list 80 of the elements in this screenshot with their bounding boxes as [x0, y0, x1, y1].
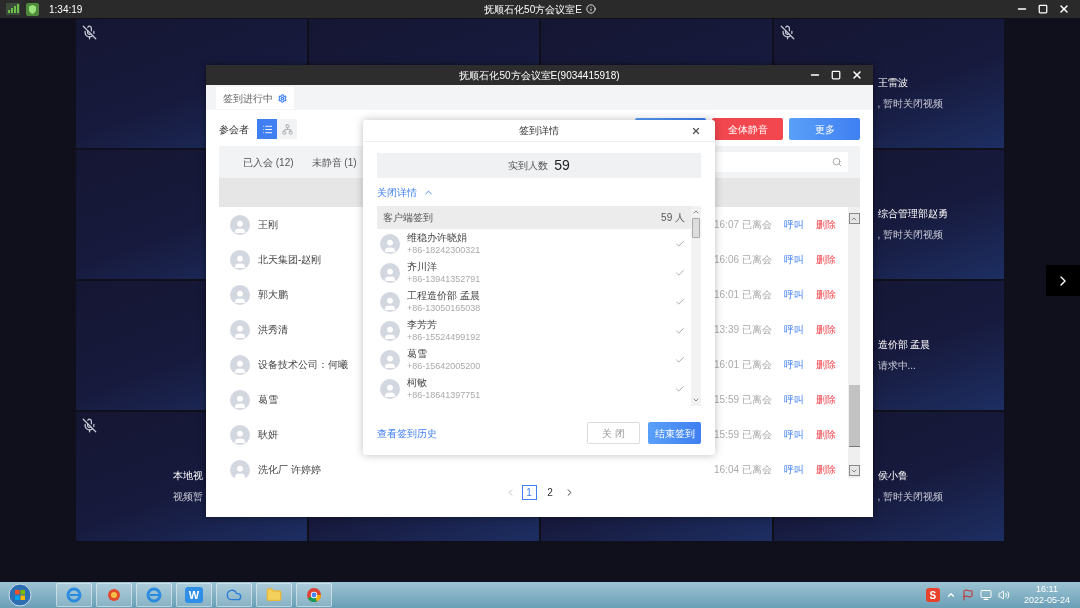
- call-link[interactable]: 呼叫: [784, 357, 816, 372]
- participant-name: 郭大鹏: [258, 288, 288, 302]
- attendee-name: 齐川洋: [407, 259, 438, 273]
- delete-link[interactable]: 删除: [816, 252, 848, 267]
- summary-count: 59: [554, 156, 570, 175]
- delete-link[interactable]: 删除: [816, 217, 848, 232]
- participant-name: 侯小鲁: [877, 469, 908, 483]
- attendee-phone: +86-13941352791: [407, 272, 481, 286]
- call-link[interactable]: 呼叫: [784, 462, 816, 477]
- office-app-button[interactable]: W: [176, 583, 212, 607]
- delete-link[interactable]: 删除: [816, 462, 848, 477]
- leave-time: 15:59 已离会: [714, 393, 773, 407]
- video-status: 视频暂: [173, 490, 203, 504]
- page-button[interactable]: 1: [521, 485, 537, 500]
- page-button[interactable]: 2: [542, 485, 558, 500]
- participant-name: 耿妍: [258, 428, 278, 442]
- call-link[interactable]: 呼叫: [784, 287, 816, 302]
- attendee-phone: +86-18242300321: [407, 243, 481, 257]
- participant-name: 洗化厂 许婷婷: [258, 463, 321, 477]
- group-count: 59 人: [661, 211, 685, 225]
- window-title: 抚顺石化50方会议室E: [484, 2, 582, 17]
- video-status: , 暂时关闭视频: [877, 228, 944, 242]
- call-link[interactable]: 呼叫: [784, 392, 816, 407]
- close-button[interactable]: 关 闭: [587, 422, 640, 444]
- video-status: , 暂时关闭视频: [877, 490, 944, 504]
- call-link[interactable]: 呼叫: [784, 217, 816, 232]
- participant-name: 本地视: [173, 469, 203, 483]
- attendee-name: 柯敏: [407, 375, 428, 389]
- attendee-name: 维稳办许晓娟: [407, 230, 468, 244]
- video-status: , 暂时关闭视频: [877, 97, 944, 111]
- participant-name: 造价部 孟晨: [877, 338, 931, 352]
- participant-name: 王雷波: [877, 76, 908, 90]
- participant-name: 洪秀清: [258, 323, 288, 337]
- call-link[interactable]: 呼叫: [784, 252, 816, 267]
- tab-label: 签到进行中: [223, 91, 273, 106]
- participant-name: 设备技术公司：何曦: [258, 358, 348, 372]
- end-checkin-button[interactable]: 结束签到: [648, 422, 701, 444]
- delete-link[interactable]: 删除: [816, 392, 848, 407]
- video-status: 请求中...: [877, 359, 916, 373]
- delete-link[interactable]: 删除: [816, 357, 848, 372]
- attendee-phone: +86-13050165038: [407, 301, 481, 315]
- call-link[interactable]: 呼叫: [784, 322, 816, 337]
- clock-text: 1:34:19: [49, 2, 83, 17]
- filter-tab[interactable]: 未静音 (1): [311, 154, 357, 170]
- leave-time: 16:04 已离会: [714, 463, 773, 477]
- toolbar-button[interactable]: 更多: [789, 118, 860, 140]
- attendee-phone: +86-15642005200: [407, 359, 481, 373]
- checkin-tab[interactable]: 签到进行中: [216, 87, 294, 109]
- office-app-icon: W: [185, 587, 203, 603]
- leave-time: 13:39 已离会: [714, 323, 773, 337]
- delete-link[interactable]: 删除: [816, 287, 848, 302]
- attendee-name: 李芳芳: [407, 317, 438, 331]
- clock-time: 16:11: [1036, 584, 1058, 595]
- leave-time: 15:59 已离会: [714, 428, 773, 442]
- collapse-details-link[interactable]: 关闭详情: [377, 185, 434, 200]
- summary-label: 实到人数: [508, 159, 549, 173]
- history-link[interactable]: 查看签到历史: [377, 425, 437, 441]
- attendee-name: 葛雪: [407, 346, 428, 360]
- group-label: 客户端签到: [383, 211, 433, 225]
- section-label: 参会者: [219, 122, 249, 137]
- participant-name: 综合管理部赵勇: [877, 207, 948, 221]
- toolbar-button[interactable]: 全体静音: [712, 118, 783, 140]
- dialog-title: 签到详情: [518, 124, 560, 138]
- attendee-phone: +86-15524499192: [407, 330, 481, 344]
- delete-link[interactable]: 删除: [816, 322, 848, 337]
- leave-time: 16:07 已离会: [714, 218, 773, 232]
- attendee-phone: +86-18641397751: [407, 388, 481, 402]
- clock-date: 2022-05-24: [1023, 595, 1070, 606]
- window-title: 抚顺石化50方会议室E(9034415918): [459, 68, 620, 83]
- delete-link[interactable]: 删除: [816, 427, 848, 442]
- leave-time: 16:06 已离会: [714, 253, 773, 267]
- leave-time: 16:01 已离会: [714, 288, 773, 302]
- attendee-name: 工程造价部 孟晨: [407, 288, 481, 302]
- input-method-icon[interactable]: S: [925, 588, 940, 602]
- participant-name: 北天集团-赵刚: [258, 253, 322, 267]
- filter-tab[interactable]: 已入会 (12): [243, 154, 294, 170]
- leave-time: 16:01 已离会: [714, 358, 773, 372]
- participant-name: 王刚: [258, 218, 278, 232]
- call-link[interactable]: 呼叫: [784, 427, 816, 442]
- participant-name: 葛雪: [258, 393, 278, 407]
